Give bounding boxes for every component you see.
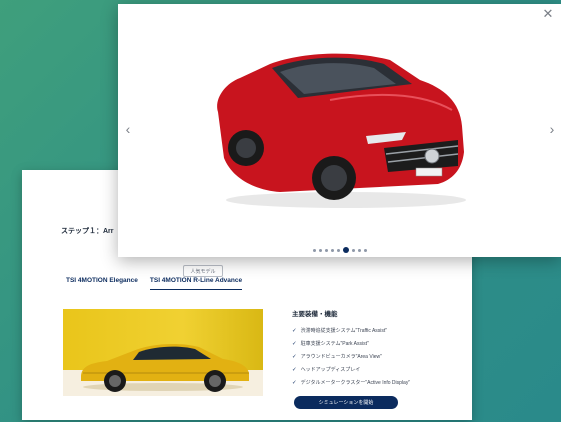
start-simulation-button[interactable]: シミュレーションを開始	[294, 396, 398, 409]
carousel-dot-active[interactable]	[343, 247, 349, 253]
check-icon: ✓	[292, 353, 297, 360]
feature-label: ヘッドアップディスプレイ	[300, 367, 361, 373]
step-title: ステップ１：Arr	[61, 228, 114, 235]
check-icon: ✓	[292, 379, 297, 386]
tab-elegance[interactable]: TSI 4MOTION Elegance	[66, 277, 138, 290]
carousel-dot[interactable]	[313, 248, 316, 252]
features-title: 主要装備・機能	[292, 311, 338, 318]
red-car-image	[217, 53, 466, 208]
check-icon: ✓	[292, 340, 297, 347]
yellow-car-image	[81, 343, 249, 392]
carousel-dot[interactable]	[364, 248, 367, 252]
feature-label: アラウンドビューカメラ"Area View"	[300, 354, 382, 360]
feature-list: 主要装備・機能 ✓ 渋滞時追従支援システム"Traffic Assist" ✓ 駐車…	[292, 308, 457, 389]
chevron-right-icon[interactable]: ›	[545, 119, 559, 139]
tab-r-line-advance[interactable]: TSI 4MOTION R-Line Advance	[149, 277, 243, 290]
popular-model-tag: 人気モデル	[183, 265, 223, 277]
feature-item: ✓ 渋滞時追従支援システム"Traffic Assist"	[292, 324, 457, 337]
grade-tabs: TSI 4MOTION Elegance TSI 4MOTION R-Line …	[66, 277, 243, 290]
check-icon: ✓	[292, 366, 297, 373]
carousel-dot[interactable]	[352, 248, 355, 252]
carousel-dot[interactable]	[337, 248, 340, 252]
carousel-dot[interactable]	[325, 248, 328, 252]
carousel-dot[interactable]	[319, 248, 322, 252]
carousel-dot[interactable]	[358, 248, 361, 252]
feature-label: デジタルメータークラスター"Active Info Display"	[300, 380, 411, 386]
feature-label: 渋滞時追従支援システム"Traffic Assist"	[300, 328, 388, 334]
feature-item: ✓ ヘッドアップディスプレイ	[292, 363, 457, 376]
image-lightbox: ✕ ‹ ›	[118, 4, 561, 257]
chevron-left-icon[interactable]: ‹	[121, 119, 135, 139]
grade-car-image	[63, 309, 263, 396]
check-icon: ✓	[292, 327, 297, 334]
carousel-dots	[313, 247, 367, 253]
feature-label: 駐車支援システム"Park Assist"	[300, 341, 369, 347]
carousel-dot[interactable]	[331, 248, 334, 252]
feature-item: ✓ デジタルメータークラスター"Active Info Display"	[292, 376, 457, 389]
feature-item: ✓ 駐車支援システム"Park Assist"	[292, 337, 457, 350]
close-icon[interactable]: ✕	[541, 6, 555, 21]
feature-item: ✓ アラウンドビューカメラ"Area View"	[292, 350, 457, 363]
